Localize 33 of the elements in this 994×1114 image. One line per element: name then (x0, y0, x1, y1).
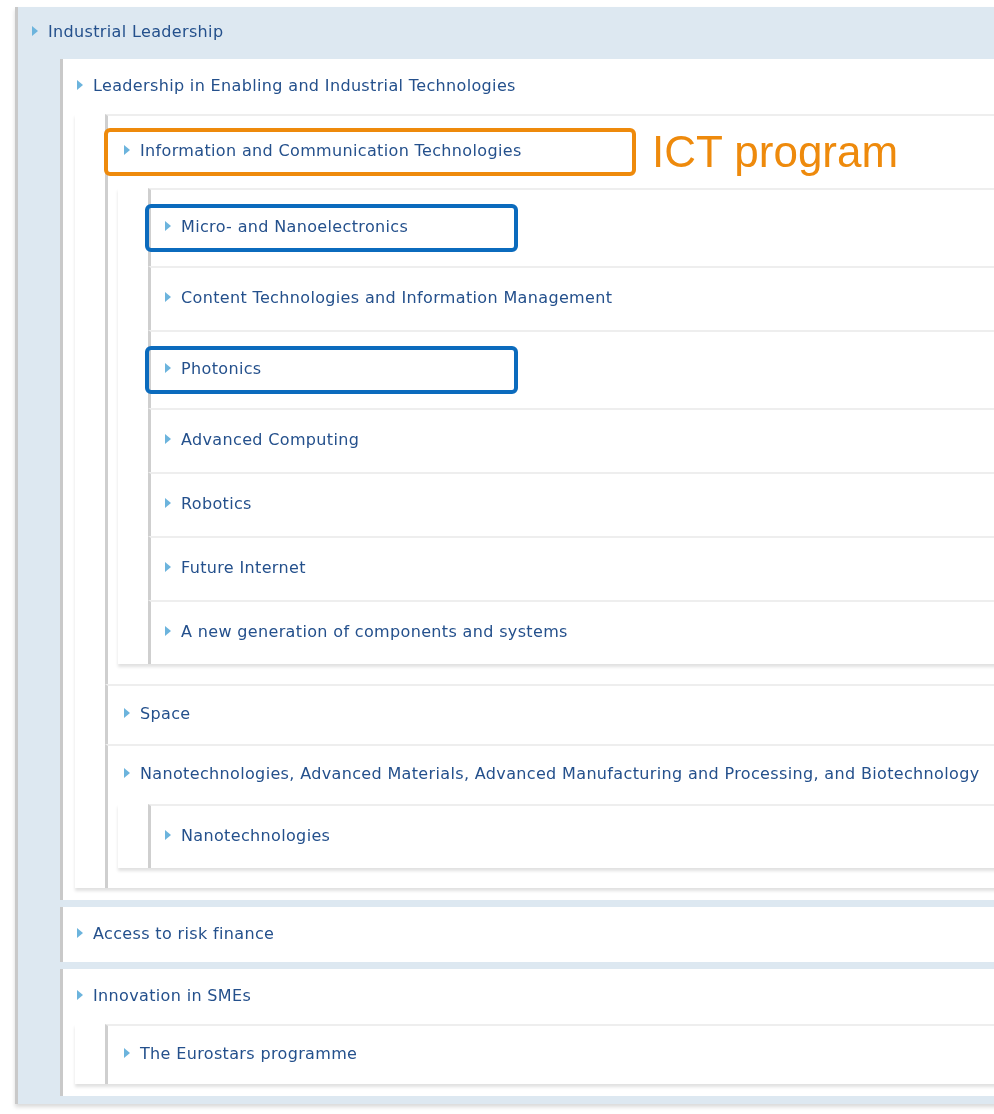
triangle-icon (124, 768, 130, 778)
tree-item-label[interactable]: Robotics (181, 488, 252, 519)
tree-item-label[interactable]: Leadership in Enabling and Industrial Technologies (93, 69, 516, 101)
tree-item-label[interactable]: Photonics (181, 353, 262, 384)
tree-item-label[interactable]: Nanotechnologies, Advanced Materials, Advanced Manufacturing and Processing, and Biotechnology (140, 758, 980, 789)
tree-item-label[interactable]: Future Internet (181, 552, 306, 583)
tree-item-label[interactable]: Space (140, 698, 191, 729)
triangle-icon (32, 26, 38, 36)
tree-item-label[interactable]: Content Technologies and Information Management (181, 282, 613, 313)
triangle-icon (165, 434, 171, 444)
tree-item-label[interactable]: A new generation of components and systems (181, 616, 568, 647)
triangle-icon (124, 145, 130, 155)
triangle-icon (165, 562, 171, 572)
triangle-icon (77, 927, 83, 938)
triangle-icon (165, 830, 171, 840)
tree-item-label[interactable]: The Eurostars programme (140, 1038, 358, 1069)
triangle-icon (124, 708, 130, 718)
tree-item-label[interactable]: Industrial Leadership (48, 16, 224, 47)
triangle-icon (165, 221, 171, 231)
triangle-icon (77, 79, 83, 90)
tree-item-label[interactable]: Innovation in SMEs (93, 979, 252, 1011)
tree-item-label[interactable]: Access to risk finance (93, 917, 275, 949)
tree-item-label[interactable]: Advanced Computing (181, 424, 360, 455)
triangle-icon (77, 989, 83, 1000)
annotation-label: ICT program (652, 130, 899, 174)
tree-item-label[interactable]: Nanotechnologies (181, 820, 331, 851)
triangle-icon (165, 363, 171, 373)
triangle-icon (165, 292, 171, 302)
tree-item-label[interactable]: Micro- and Nanoelectronics (181, 211, 409, 242)
triangle-icon (165, 626, 171, 636)
triangle-icon (124, 1048, 130, 1058)
tree-item-label[interactable]: Information and Communication Technologies (140, 135, 522, 166)
triangle-icon (165, 498, 171, 508)
